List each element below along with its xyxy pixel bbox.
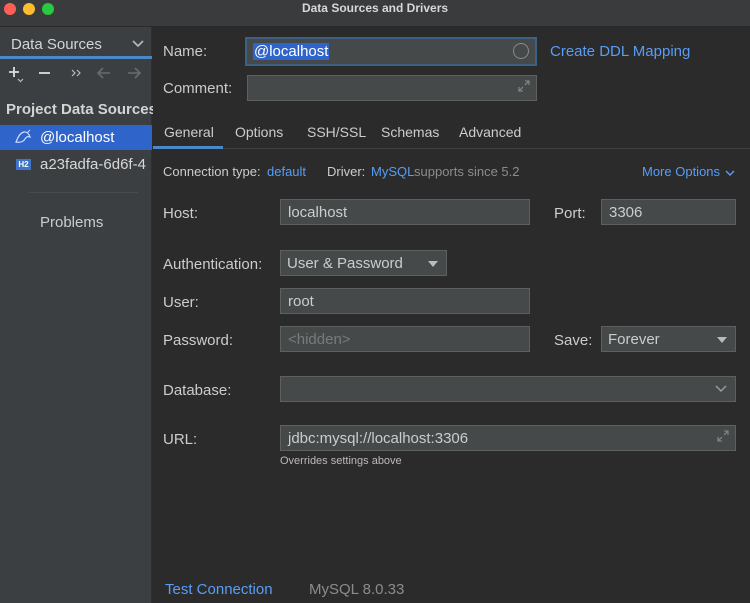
save-label: Save: (554, 332, 593, 349)
remove-icon[interactable] (37, 64, 53, 84)
comment-label: Comment: (163, 80, 233, 97)
password-input[interactable]: <hidden> (280, 326, 530, 352)
dropdown-arrow-icon (428, 261, 438, 267)
database-dropdown[interactable] (280, 376, 736, 402)
tab-advanced[interactable]: Advanced (459, 124, 521, 140)
data-source-item-localhost[interactable]: @localhost (0, 125, 152, 150)
chevron-down-icon (715, 385, 727, 393)
circle-icon[interactable] (513, 43, 529, 59)
tab-ssh-ssl[interactable]: SSH/SSL (307, 124, 366, 140)
main-panel: Name: @localhost Create DDL Mapping Comm… (153, 27, 750, 603)
url-hint: Overrides settings above (280, 455, 402, 467)
host-label: Host: (163, 205, 199, 222)
tab-general[interactable]: General (164, 124, 214, 140)
sidebar-header-underline (0, 56, 152, 59)
sidebar-header-tab[interactable]: Data Sources (0, 30, 152, 59)
sidebar-divider (28, 192, 138, 193)
more-options-label: More Options (642, 164, 721, 179)
save-dropdown[interactable]: Forever (601, 326, 736, 352)
tab-schemas[interactable]: Schemas (381, 124, 439, 140)
name-input-value: @localhost (253, 43, 330, 60)
port-input[interactable]: 3306 (601, 199, 736, 225)
url-value: jdbc:mysql://localhost:3306 (288, 430, 469, 447)
host-value: localhost (288, 204, 348, 221)
dropdown-arrow-icon (717, 337, 727, 343)
user-value: root (288, 293, 314, 310)
name-label: Name: (163, 43, 208, 60)
connection-type-label: Connection type: (163, 164, 261, 179)
driver-link[interactable]: MySQL (371, 164, 414, 179)
footer: Test Connection MySQL 8.0.33 (153, 569, 750, 603)
authentication-value: User & Password (287, 255, 403, 272)
port-label: Port: (554, 205, 586, 222)
sidebar: Data Sources Project Data Sources @local… (0, 27, 157, 603)
data-source-label: a23fadfa-6d6f-4 (40, 156, 146, 173)
back-arrow-icon[interactable] (95, 64, 113, 84)
add-icon[interactable] (6, 64, 26, 84)
port-value: 3306 (609, 204, 643, 221)
url-label: URL: (163, 431, 198, 448)
sidebar-header-label: Data Sources (11, 36, 102, 53)
save-value: Forever (608, 331, 660, 348)
create-ddl-mapping-link[interactable]: Create DDL Mapping (550, 43, 690, 60)
database-label: Database: (163, 382, 232, 399)
window-title: Data Sources and Drivers (301, 1, 449, 15)
password-label: Password: (163, 332, 234, 349)
tab-bar: General Options SSH/SSL Schemas Advanced (153, 117, 750, 149)
title-bar: Data Sources and Drivers (0, 0, 750, 27)
driver-note: supports since 5.2 (414, 164, 520, 179)
sidebar-toolbar (0, 63, 152, 85)
user-input[interactable]: root (280, 288, 530, 314)
data-source-label: @localhost (40, 129, 115, 146)
comment-field[interactable] (247, 75, 537, 101)
authentication-dropdown[interactable]: User & Password (280, 250, 447, 276)
host-input[interactable]: localhost (280, 199, 530, 225)
active-tab-indicator (153, 146, 223, 149)
tab-options[interactable]: Options (235, 124, 283, 140)
data-source-item-h2[interactable]: H2 a23fadfa-6d6f-4 (0, 152, 152, 177)
name-input[interactable]: @localhost (245, 37, 537, 66)
expand-icon[interactable] (716, 429, 730, 443)
mysql-icon (15, 129, 32, 143)
driver-label: Driver: (327, 164, 366, 179)
connection-type-link[interactable]: default (267, 164, 306, 179)
user-label: User: (163, 294, 199, 311)
driver-version: MySQL 8.0.33 (309, 581, 405, 598)
h2-icon: H2 (16, 159, 31, 170)
problems-item[interactable]: Problems (40, 214, 103, 231)
project-data-sources-title: Project Data Sources (6, 101, 157, 118)
chevron-down-icon[interactable] (131, 37, 145, 51)
url-input[interactable]: jdbc:mysql://localhost:3306 (280, 425, 736, 451)
forward-arrow-icon[interactable] (125, 64, 143, 84)
password-placeholder: <hidden> (288, 331, 351, 348)
test-connection-link[interactable]: Test Connection (165, 581, 273, 598)
chevron-down-icon (725, 170, 735, 176)
expand-icon[interactable] (517, 79, 531, 93)
more-icon[interactable] (70, 64, 84, 84)
authentication-label: Authentication: (163, 256, 263, 273)
more-options-link[interactable]: More Options (642, 164, 735, 179)
